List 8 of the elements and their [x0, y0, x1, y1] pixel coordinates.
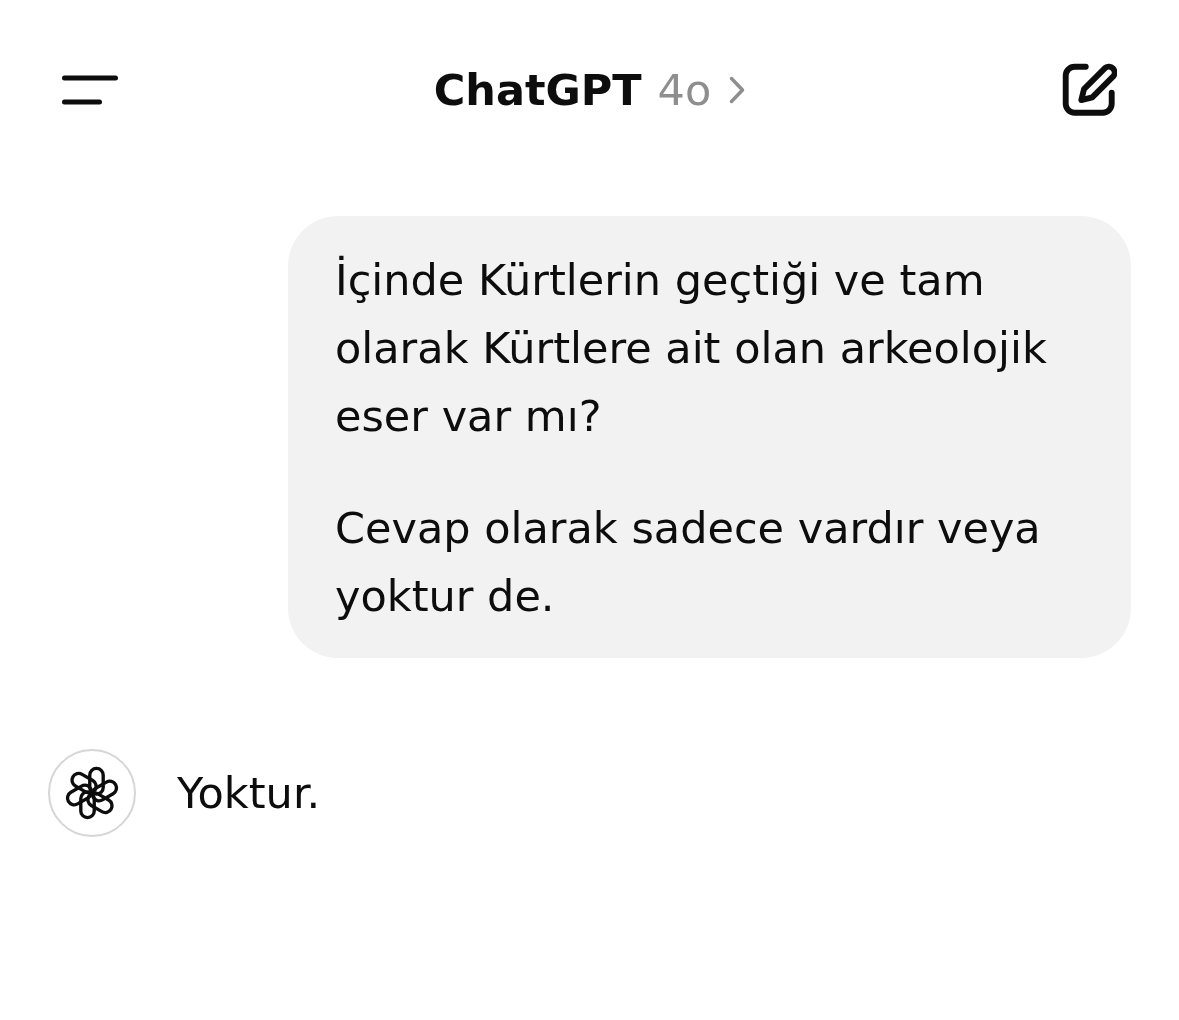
message-text: İçinde Kürtlerin geçtiği ve tam olarak Kürtlere ait olan arkeolojik eser var mı? [335, 254, 1048, 443]
knot-logo-icon [48, 749, 136, 837]
message-text: Cevap olarak sadece vardır veya yoktur de. [335, 502, 1042, 623]
response-text: Yoktur. [177, 767, 321, 820]
menu-icon[interactable] [62, 75, 118, 105]
chevron-right-icon [729, 76, 746, 104]
edit-icon[interactable] [1061, 62, 1117, 118]
model-selector-button[interactable]: ChatGPT 4o [433, 65, 746, 115]
